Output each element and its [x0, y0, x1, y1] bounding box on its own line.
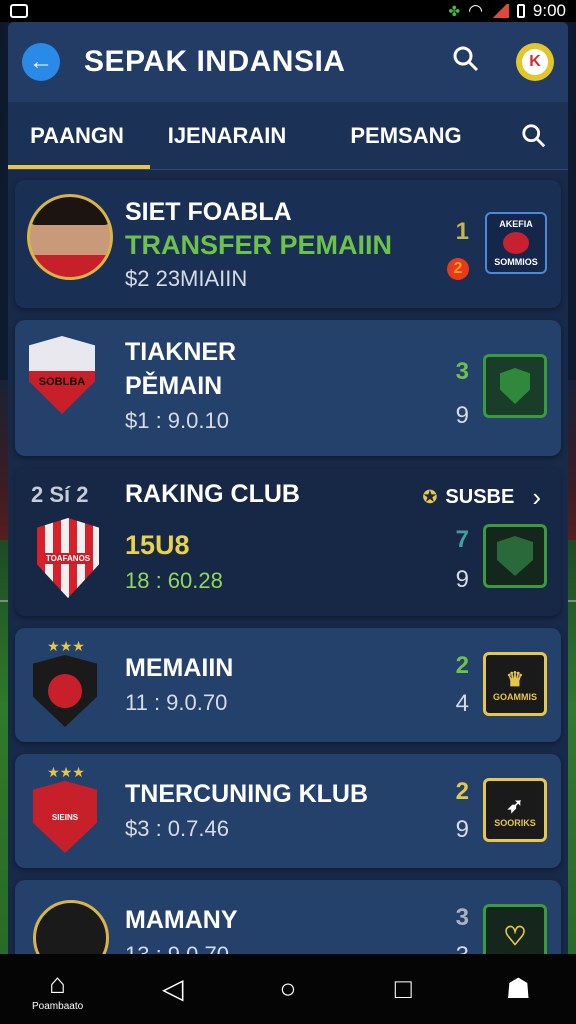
signal-icon: [490, 4, 509, 18]
recents-nav-button[interactable]: □: [363, 972, 443, 1006]
club-badge: AKEFIA SOMMIOS: [485, 212, 547, 274]
back-button[interactable]: ←: [22, 43, 60, 81]
back-nav-button[interactable]: ◁: [133, 972, 213, 1006]
club-crest: TOAFANOS: [37, 518, 113, 606]
eagle-icon: ➶: [506, 794, 524, 817]
header-search-button[interactable]: [452, 45, 480, 80]
square-recents-icon: □: [394, 973, 412, 1004]
club-crest: ★★★: [33, 638, 109, 727]
tab-bar: PAANGN IJENARAIN PEMSANG: [8, 102, 568, 170]
home-icon: ⌂: [49, 967, 67, 999]
card-time: 18 : 60.28: [125, 568, 223, 593]
tab-search-button[interactable]: [504, 123, 564, 149]
club-crest: [33, 900, 109, 954]
card-score: 15U8: [125, 530, 190, 560]
tab-ijenarain[interactable]: IJENARAIN: [146, 102, 308, 169]
card-value: 13 : 9.0.70: [125, 942, 229, 954]
card-title: MEMAIIN: [125, 654, 234, 682]
list-item[interactable]: MAMANY 13 : 9.0.70 3 3 ♡: [15, 880, 561, 954]
tab-paangn[interactable]: PAANGN: [8, 102, 150, 169]
club-crest: ★★★ SIEINS: [33, 764, 109, 853]
card-number-top: 2: [455, 778, 469, 805]
notification-icon: [10, 4, 28, 18]
app-notification-icon: ✤: [448, 2, 461, 19]
content-list: SIET FOABLA TRANSFER PEMAIIN $2 23MIAIIN…: [8, 170, 568, 954]
card-title: TIAKNER: [125, 338, 237, 366]
card-number-top: 1: [455, 218, 469, 245]
system-nav-bar: ⌂ Poambaato ◁ ○ □ ☗: [0, 954, 576, 1024]
card-number-bottom: 9: [455, 816, 469, 843]
card-value: 11 : 9.0.70: [125, 690, 228, 715]
club-badge: [483, 354, 547, 418]
crown-icon: ♛: [506, 668, 524, 691]
player-avatar: [27, 194, 113, 282]
card-title: SIET FOABLA: [125, 198, 292, 226]
heart-icon: ♡: [503, 920, 527, 951]
logo-icon: K: [522, 49, 548, 75]
card-title: RAKING CLUB: [125, 480, 300, 508]
profile-nav-button[interactable]: ☗: [478, 972, 558, 1006]
search-icon: [522, 123, 546, 147]
card-number-bottom: 9: [455, 402, 469, 429]
user-icon: ☗: [505, 973, 531, 1004]
club-badge: [483, 524, 547, 588]
arrow-left-icon: ←: [29, 48, 53, 75]
app-header: ← SEPAK INDANSIA K: [8, 22, 568, 102]
card-number-bottom: 3: [456, 942, 469, 954]
club-badge: ♛ GOAMMIS: [483, 652, 547, 716]
rank-label: 2 Sí 2: [31, 482, 89, 507]
card-number-top: 3: [455, 358, 469, 385]
battery-icon: [516, 4, 525, 18]
card-title: MAMANY: [125, 906, 238, 934]
trophy-icon: ✪: [422, 487, 438, 507]
club-badge: ♡: [483, 904, 547, 954]
status-bar: ✤ ◠ 9:00: [0, 0, 576, 22]
tab-pemsang[interactable]: PEMSANG: [308, 102, 504, 169]
card-title: TNERCUNING KLUB: [125, 780, 369, 808]
home-nav-button[interactable]: ⌂ Poambaato: [18, 967, 98, 1012]
list-item[interactable]: SOBLBA TIAKNER PĚMAIN $1 : 9.0.10 3 9: [15, 320, 561, 456]
card-number-bottom: 4: [455, 690, 469, 717]
card-value: $3 : 0.7.46: [125, 816, 229, 841]
list-item[interactable]: SIET FOABLA TRANSFER PEMAIIN $2 23MIAIIN…: [15, 180, 561, 308]
chevron-right-icon: ›: [532, 482, 541, 512]
list-item[interactable]: ★★★ MEMAIIN 11 : 9.0.70 2 4 ♛ GOAMMIS: [15, 628, 561, 742]
card-number-top: 2: [455, 652, 469, 679]
card-highlight: TRANSFER PEMAIIN: [125, 230, 393, 260]
see-more-button[interactable]: ✪ SUSBE ›: [422, 482, 541, 513]
card-number-top: 3: [455, 904, 469, 931]
triangle-back-icon: ◁: [162, 973, 184, 1004]
circle-home-icon: ○: [279, 973, 297, 1004]
card-number-bottom: 2: [447, 258, 469, 280]
home-circle-button[interactable]: ○: [248, 972, 328, 1006]
search-icon: [453, 46, 479, 71]
card-number-top: 7: [455, 526, 469, 553]
stars-icon: ★★★: [47, 764, 85, 780]
stars-icon: ★★★: [47, 638, 85, 654]
club-badge: ➶ SOORIKS: [483, 778, 547, 842]
card-value: $2 23MIAIIN: [125, 266, 248, 291]
card-title-line2: PĚMAIN: [125, 372, 223, 400]
card-value: $1 : 9.0.10: [125, 408, 229, 433]
list-item[interactable]: 2 Sí 2 TOAFANOS RAKING CLUB 15U8 18 : 60…: [15, 468, 561, 616]
app-logo-button[interactable]: K: [516, 43, 554, 81]
page-title: SEPAK INDANSIA: [84, 45, 346, 78]
list-item[interactable]: ★★★ SIEINS TNERCUNING KLUB $3 : 0.7.46 2…: [15, 754, 561, 868]
wifi-icon: ◠: [468, 1, 483, 20]
clock: 9:00: [532, 1, 566, 20]
card-number-bottom: 9: [455, 566, 469, 593]
player-crest: SOBLBA: [29, 336, 105, 424]
